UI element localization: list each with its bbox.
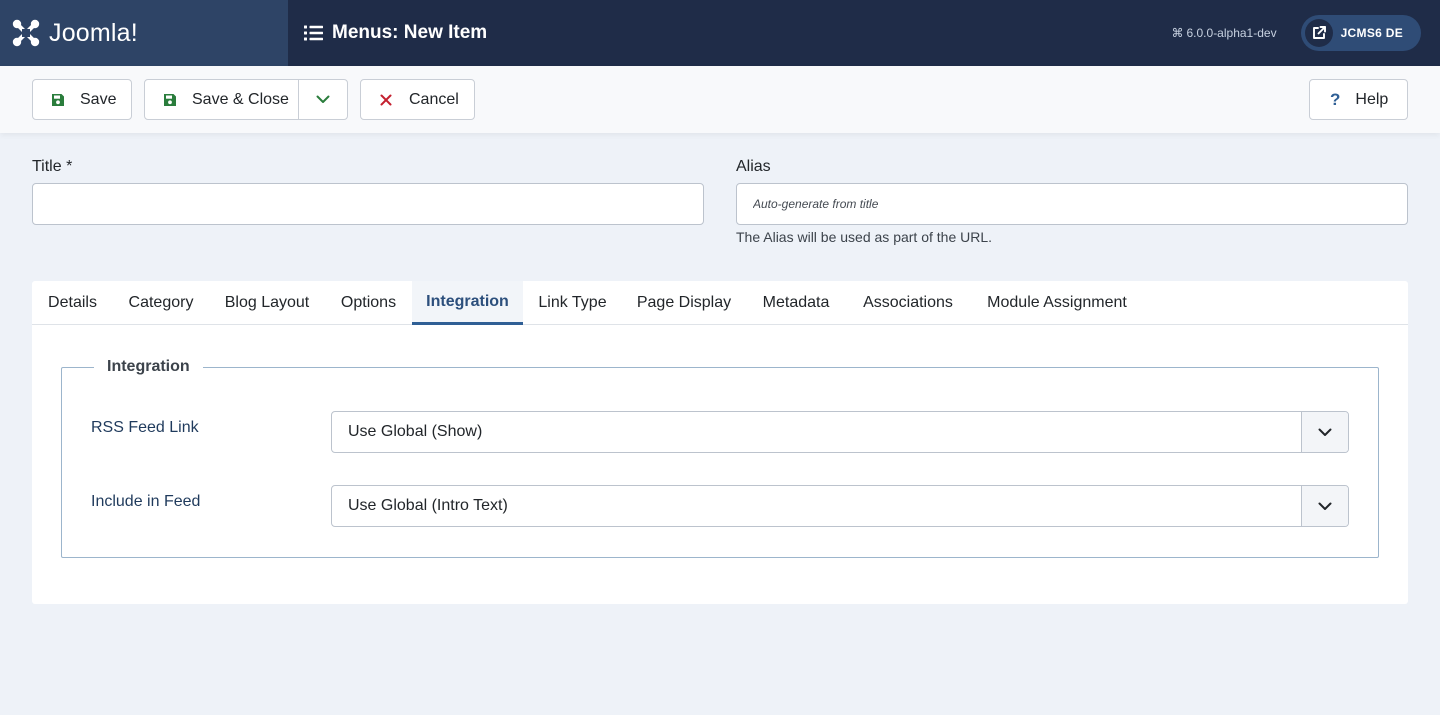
- chevron-down-icon: [316, 95, 330, 104]
- save-icon: [163, 93, 177, 107]
- top-header: Joomla! Menus: New Item ⌘ 6.0.0-alpha1-d…: [0, 0, 1440, 66]
- alias-label: Alias: [736, 158, 771, 175]
- rss-feed-link-value: Use Global (Show): [348, 423, 483, 440]
- version-label: 6.0.0-alpha1-dev: [1186, 26, 1277, 40]
- tab-associations[interactable]: Associations: [846, 281, 970, 324]
- tab-details[interactable]: Details: [32, 281, 113, 324]
- include-in-feed-value: Use Global (Intro Text): [348, 497, 508, 514]
- page-title: Menus: New Item: [332, 22, 488, 43]
- help-label: Help: [1355, 90, 1389, 108]
- joomla-logo-icon: [11, 18, 41, 48]
- tab-blog-layout[interactable]: Blog Layout: [209, 281, 325, 324]
- save-button[interactable]: Save: [32, 79, 132, 120]
- brand-name: Joomla!: [49, 18, 138, 47]
- title-label: Title *: [32, 158, 73, 175]
- title-input[interactable]: [32, 183, 704, 225]
- chevron-down-icon: [1301, 412, 1348, 452]
- save-close-label: Save & Close: [192, 90, 289, 108]
- rss-feed-link-label: RSS Feed Link: [91, 419, 199, 436]
- alias-hint: The Alias will be used as part of the UR…: [736, 229, 993, 245]
- alias-input[interactable]: [736, 183, 1408, 225]
- external-link-icon: [1304, 19, 1333, 47]
- tab-link-type[interactable]: Link Type: [523, 281, 622, 324]
- list-icon: [304, 25, 323, 41]
- save-close-button[interactable]: Save & Close: [144, 79, 299, 120]
- save-icon: [51, 93, 65, 107]
- save-label: Save: [80, 90, 117, 108]
- cancel-label: Cancel: [409, 90, 459, 108]
- brand-area[interactable]: Joomla!: [0, 0, 288, 66]
- view-site-button[interactable]: JCMS6 DE: [1300, 15, 1421, 51]
- include-in-feed-label: Include in Feed: [91, 493, 201, 510]
- site-name: JCMS6 DE: [1340, 26, 1403, 40]
- integration-fieldset: Integration RSS Feed Link Use Global (Sh…: [61, 358, 1379, 558]
- tab-integration[interactable]: Integration: [412, 281, 523, 325]
- tabs-card: Details Category Blog Layout Options Int…: [32, 281, 1408, 604]
- tab-metadata[interactable]: Metadata: [746, 281, 846, 324]
- toolbar: Save Save & Close Cancel ? Help: [0, 66, 1440, 133]
- chevron-down-icon: [1301, 486, 1348, 526]
- tab-options[interactable]: Options: [325, 281, 412, 324]
- rss-feed-link-select[interactable]: Use Global (Show): [331, 411, 1349, 453]
- include-in-feed-select[interactable]: Use Global (Intro Text): [331, 485, 1349, 527]
- tab-module-assignment[interactable]: Module Assignment: [970, 281, 1144, 324]
- tab-bar: Details Category Blog Layout Options Int…: [32, 281, 1408, 325]
- joomla-small-icon: ⌘: [1171, 26, 1184, 40]
- fieldset-legend: Integration: [94, 358, 203, 376]
- tab-category[interactable]: Category: [113, 281, 209, 324]
- question-icon: ?: [1330, 89, 1341, 109]
- cancel-button[interactable]: Cancel: [360, 79, 475, 120]
- help-button[interactable]: ? Help: [1309, 79, 1408, 120]
- save-options-dropdown-button[interactable]: [298, 79, 348, 120]
- tab-page-display[interactable]: Page Display: [622, 281, 746, 324]
- close-icon: [380, 94, 392, 106]
- version-info: ⌘ 6.0.0-alpha1-dev: [1172, 26, 1277, 40]
